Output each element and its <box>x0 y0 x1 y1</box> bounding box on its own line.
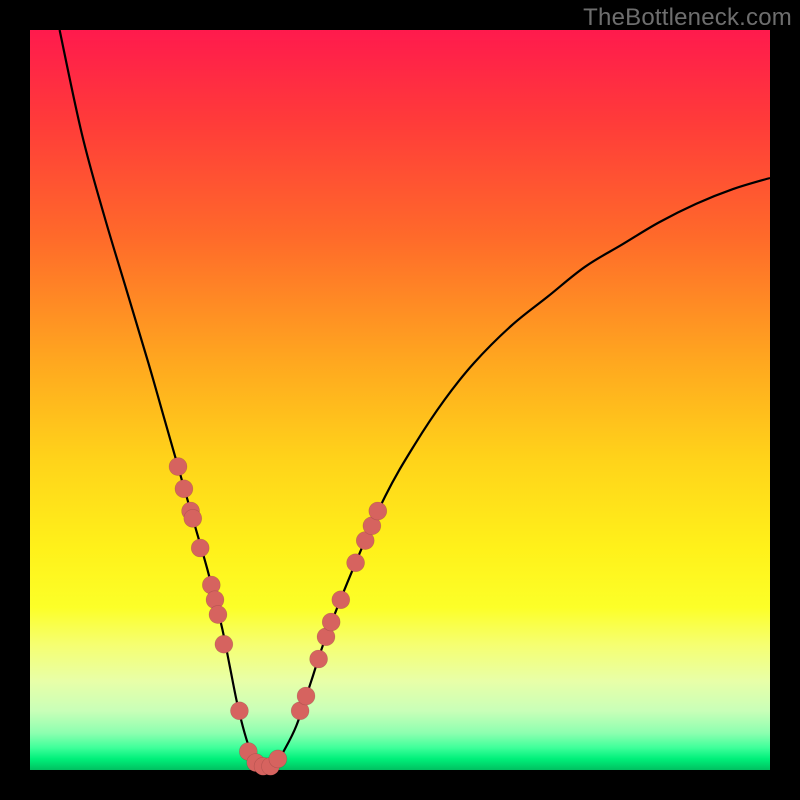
data-point <box>191 539 209 557</box>
data-point <box>209 606 227 624</box>
data-point <box>310 650 328 668</box>
data-point <box>347 554 365 572</box>
data-point <box>184 509 202 527</box>
data-point <box>332 591 350 609</box>
data-point <box>322 613 340 631</box>
data-point <box>230 702 248 720</box>
plot-area <box>30 30 770 770</box>
bottleneck-curve <box>60 30 770 771</box>
data-point <box>175 480 193 498</box>
data-point <box>297 687 315 705</box>
data-point <box>215 635 233 653</box>
data-point <box>269 750 287 768</box>
data-point <box>369 502 387 520</box>
watermark-text: TheBottleneck.com <box>583 4 792 32</box>
chart-svg <box>30 30 770 770</box>
data-markers <box>169 458 387 776</box>
data-point <box>169 458 187 476</box>
chart-frame: TheBottleneck.com <box>0 0 800 800</box>
